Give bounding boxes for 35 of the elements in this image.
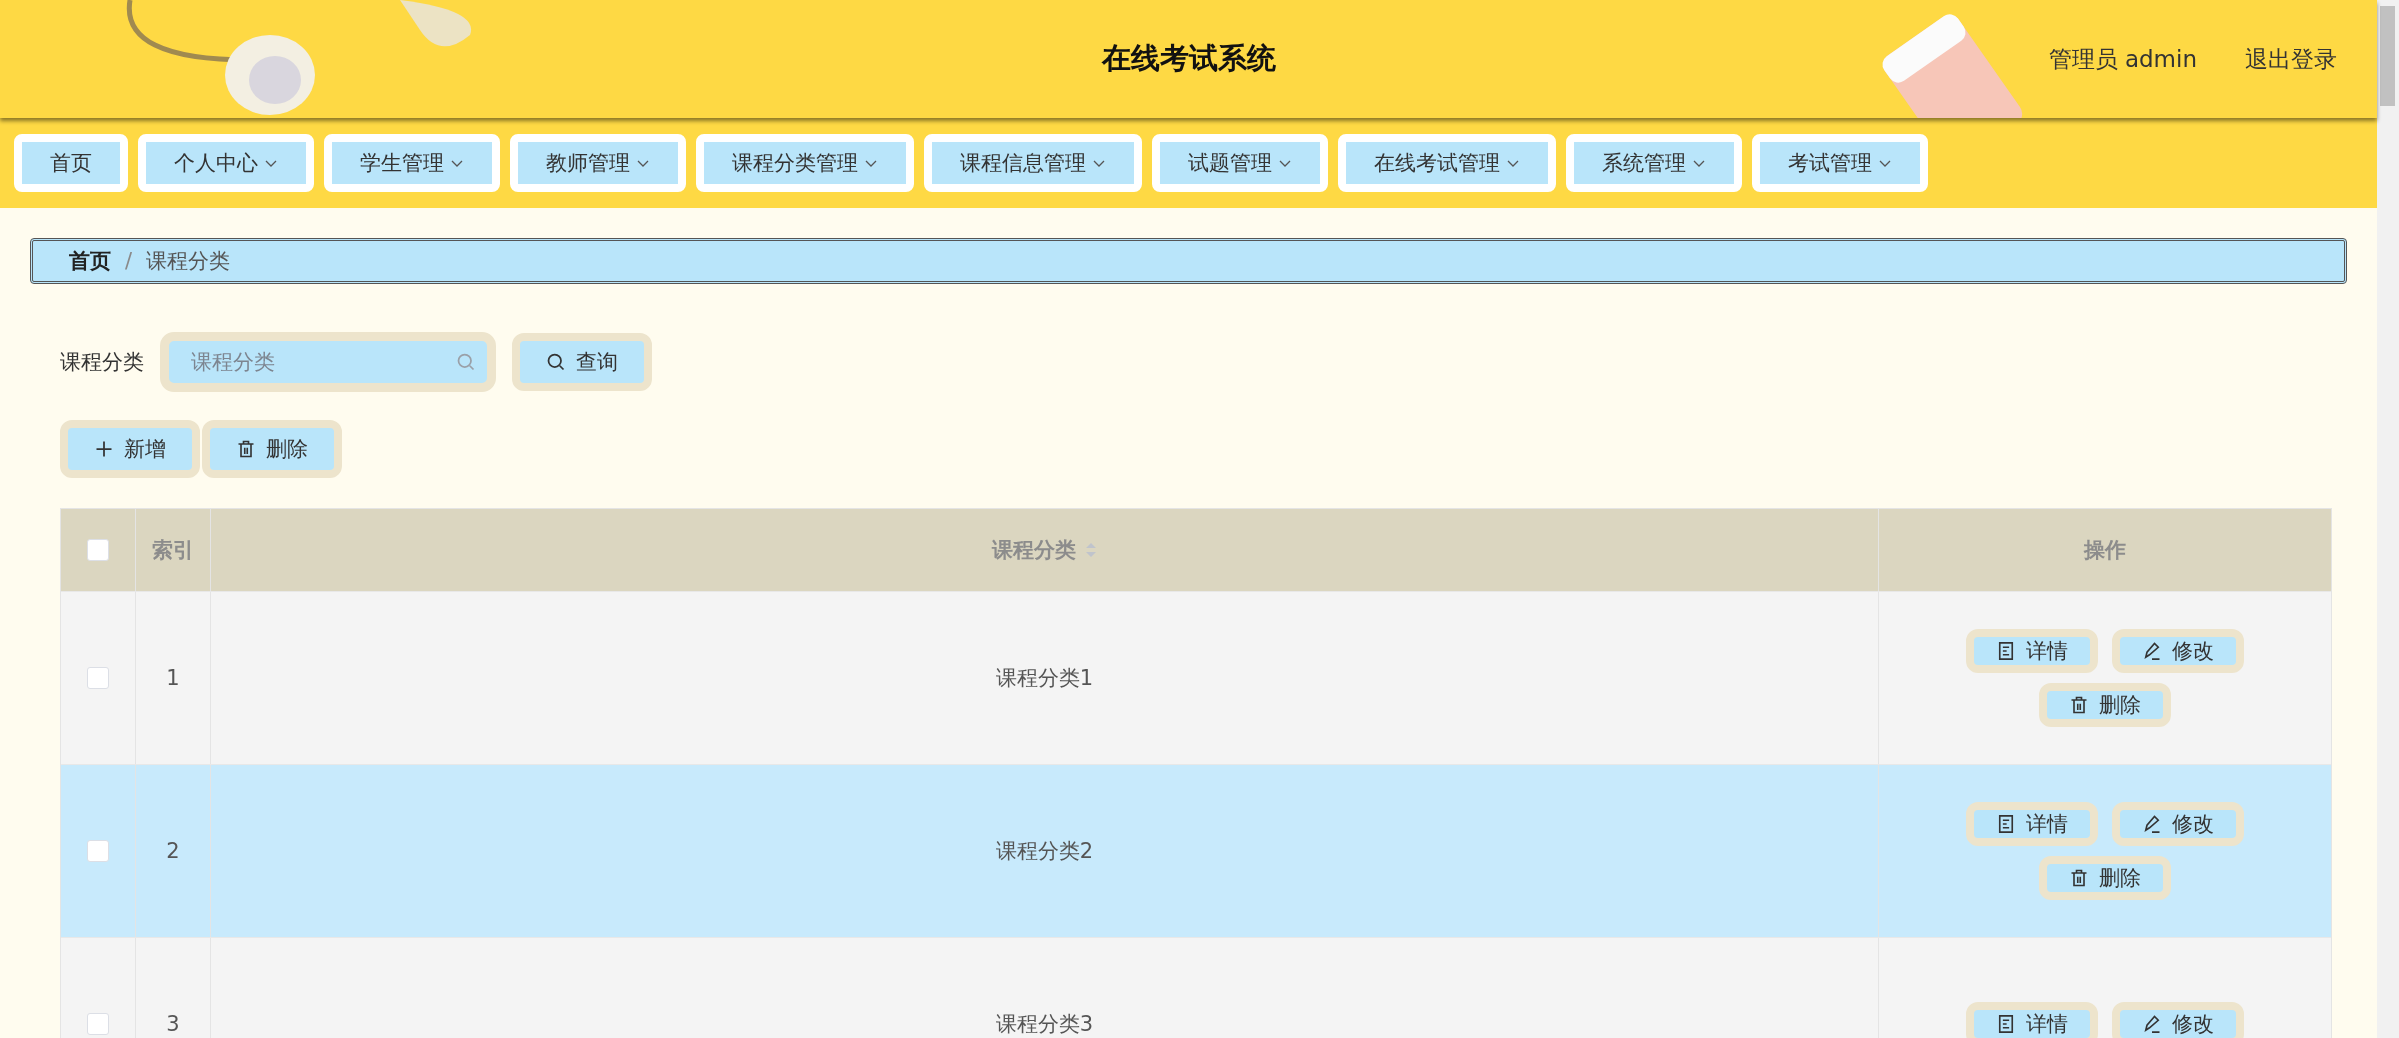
search-field[interactable]: 课程分类 — [160, 332, 496, 392]
delete-button[interactable]: 删除 — [2039, 856, 2171, 900]
table-row[interactable]: 2 课程分类2 详情 修改 删除 — [61, 764, 2331, 937]
user-label: 管理员 admin — [2048, 45, 2197, 74]
nav-menu-item[interactable]: 考试管理 — [1752, 134, 1928, 192]
nav-menu-item[interactable]: 课程信息管理 — [924, 134, 1142, 192]
table-row[interactable]: 3 课程分类3 详情 修改 — [61, 937, 2331, 1038]
details-button[interactable]: 详情 — [1966, 1002, 2098, 1038]
nav-menu-item[interactable]: 首页 — [14, 134, 128, 192]
column-header: 操作 — [2082, 537, 2127, 564]
table-cell: 3 — [136, 938, 211, 1038]
delete-button[interactable]: 删除 — [2039, 683, 2171, 727]
table-cell: 课程分类3 — [211, 938, 1879, 1038]
add-button[interactable]: 新增 — [60, 420, 200, 478]
nav-menu-item[interactable]: 系统管理 — [1566, 134, 1742, 192]
edit-button[interactable]: 修改 — [2112, 802, 2244, 846]
edit-button[interactable]: 修改 — [2112, 629, 2244, 673]
delete-button[interactable]: 删除 — [202, 420, 342, 478]
breadcrumb-current: 课程分类 — [146, 248, 231, 275]
details-button[interactable]: 详情 — [1966, 629, 2098, 673]
site-title: 在线考试系统 — [1101, 40, 1276, 77]
nav-menu-item[interactable]: 学生管理 — [324, 134, 500, 192]
edit-button[interactable]: 修改 — [2112, 1002, 2244, 1038]
nav-menu-item[interactable]: 课程分类管理 — [696, 134, 914, 192]
logout-link[interactable]: 退出登录 — [2245, 44, 2337, 75]
nav-menu-item[interactable]: 在线考试管理 — [1338, 134, 1556, 192]
details-button[interactable]: 详情 — [1966, 802, 2098, 846]
query-button[interactable]: 查询 — [512, 333, 652, 391]
table-row[interactable]: 1 课程分类1 详情 修改 删除 — [61, 591, 2331, 764]
breadcrumb-link[interactable]: 首页 — [69, 247, 111, 275]
nav-menu-item[interactable]: 个人中心 — [138, 134, 314, 192]
breadcrumb-separator: / — [125, 249, 133, 273]
nav-menu-item[interactable]: 教师管理 — [510, 134, 686, 192]
nav-menu-item[interactable]: 试题管理 — [1152, 134, 1328, 192]
search-label: 课程分类 — [60, 349, 144, 376]
